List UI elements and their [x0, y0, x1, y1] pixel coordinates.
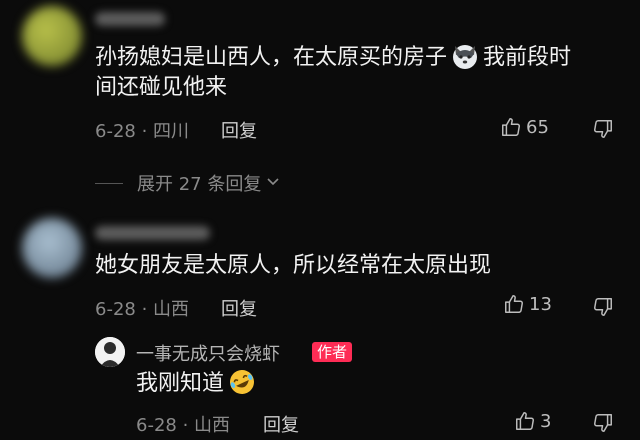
reply-username[interactable]: 一事无成只会烧虾 [136, 340, 280, 366]
like-button[interactable]: 3 [514, 410, 551, 432]
dislike-button[interactable] [592, 296, 614, 318]
author-reply: 一事无成只会烧虾 作者 我刚知道 6-28 · 山西 回复 3 [0, 330, 640, 440]
thumbs-up-icon [514, 410, 536, 432]
reply-text: 我刚知道 [136, 368, 260, 406]
reply-button[interactable]: 回复 [263, 411, 299, 437]
comment-1: 孙扬媳妇是山西人，在太原买的房子 我前段时 间还碰见他来 6-28 · 四川 回… [0, 0, 640, 150]
like-button[interactable]: 65 [500, 116, 549, 138]
expand-replies-button[interactable]: 展开 27 条回复 [95, 170, 281, 196]
dislike-button[interactable] [592, 412, 614, 434]
reply-date-location: 6-28 · 山西 [136, 415, 231, 436]
comment-date-location: 6-28 · 四川 [95, 121, 190, 142]
username-blurred[interactable] [95, 226, 210, 240]
reply-button[interactable]: 回复 [221, 117, 257, 143]
author-badge: 作者 [312, 342, 353, 362]
thumbs-up-icon [500, 116, 522, 138]
chevron-down-icon [265, 173, 281, 194]
person-icon [95, 337, 125, 367]
comment-text-line-2: 间还碰见他来 [95, 75, 228, 100]
like-count: 3 [540, 410, 552, 432]
divider-line [95, 182, 123, 184]
dislike-button[interactable] [592, 118, 614, 140]
like-button[interactable]: 13 [503, 293, 552, 315]
comment-2: 她女朋友是太原人，所以经常在太原出现 6-28 · 山西 回复 13 [0, 210, 640, 320]
author-avatar[interactable] [95, 337, 125, 367]
comment-date-location: 6-28 · 山西 [95, 299, 190, 320]
thumbs-down-icon [592, 412, 614, 434]
rolling-laughing-icon [228, 368, 256, 406]
avatar[interactable] [22, 6, 82, 66]
comment-text: 她女朋友是太原人，所以经常在太原出现 [95, 253, 492, 278]
like-count: 65 [526, 116, 549, 138]
username-blurred[interactable] [95, 12, 165, 26]
thumbs-down-icon [592, 296, 614, 318]
thumbs-down-icon [592, 118, 614, 140]
wolf-face-icon [451, 42, 479, 80]
like-count: 13 [529, 293, 552, 315]
expand-replies-label: 展开 27 条回复 [137, 174, 262, 195]
avatar[interactable] [22, 218, 82, 278]
thumbs-up-icon [503, 293, 525, 315]
reply-button[interactable]: 回复 [221, 295, 257, 321]
